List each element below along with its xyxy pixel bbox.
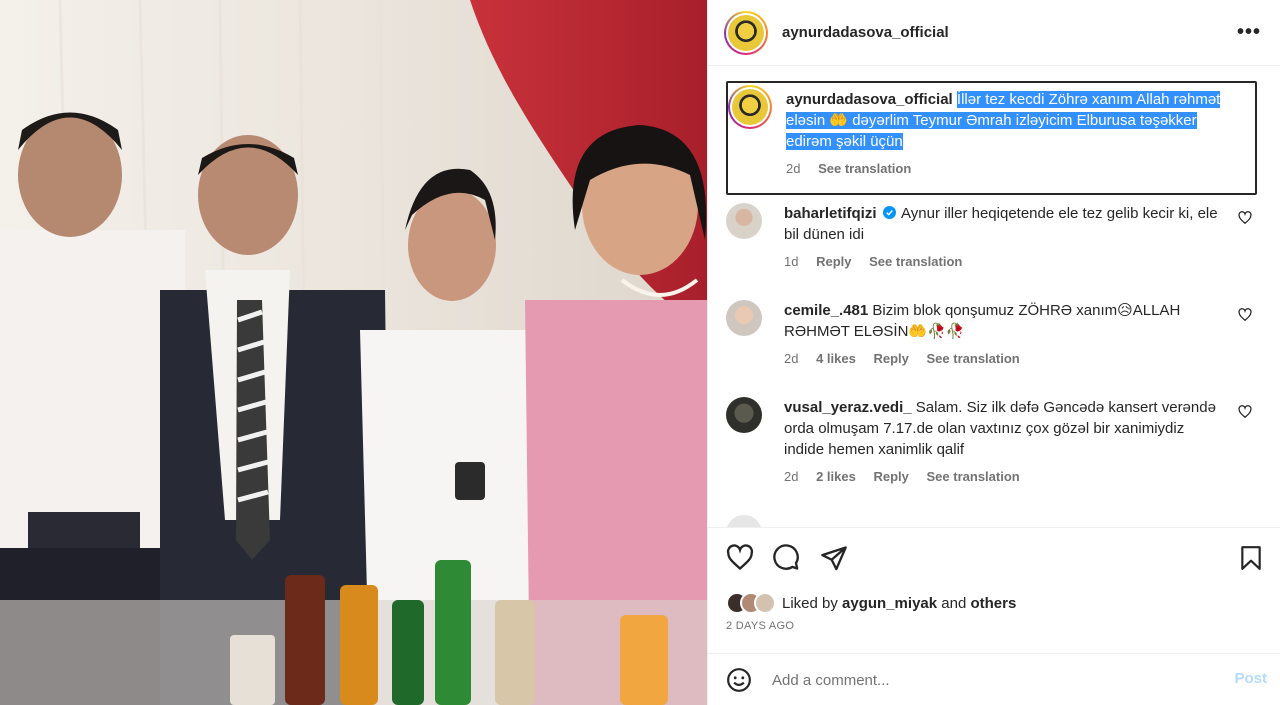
caption-line-3: edirəm şəkil üçün <box>786 133 903 150</box>
comment-likes[interactable]: 2 likes <box>816 469 856 484</box>
comment-time: 2d <box>784 469 799 484</box>
liked-by-prefix: Liked by <box>782 594 838 612</box>
commenter-avatar[interactable] <box>726 203 762 239</box>
post-header: aynurdadasova_official ••• <box>708 0 1280 66</box>
author-avatar[interactable] <box>724 10 768 55</box>
likes-summary: Liked by aygun_miyak and others <box>726 592 1016 614</box>
comment-username[interactable]: vusal_yeraz.vedi_ <box>784 399 912 416</box>
author-username[interactable]: aynurdadasova_official <box>782 24 949 41</box>
more-icon[interactable]: ••• <box>1237 22 1261 42</box>
liked-by-and: and <box>941 594 967 612</box>
comment-username[interactable]: cemile_.481 <box>784 302 868 319</box>
comment-item: baharletifqizi Aynur iller heqiqetende e… <box>726 203 1266 283</box>
commenter-avatar[interactable] <box>726 300 762 336</box>
caption-avatar[interactable] <box>728 85 772 129</box>
comment-likes[interactable]: 4 likes <box>816 351 856 366</box>
caption-see-translation[interactable]: See translation <box>818 161 911 176</box>
add-comment-bar: Post <box>708 653 1280 705</box>
caption-text: aynurdadasova_official İllər tez kecdi Z… <box>786 89 1226 179</box>
comment-heart-icon[interactable] <box>1238 211 1252 225</box>
post-photo[interactable] <box>0 0 707 705</box>
verified-badge-icon <box>882 206 896 219</box>
see-translation-button[interactable]: See translation <box>927 351 1020 366</box>
post-actions <box>708 527 1280 587</box>
post-comment-button[interactable]: Post <box>1234 670 1267 687</box>
liked-by-user[interactable]: aygun_miyak <box>842 595 937 612</box>
post-view: aynurdadasova_official ••• aynurdadasova… <box>0 0 1280 705</box>
reply-button[interactable]: Reply <box>816 254 851 269</box>
commenter-avatar[interactable] <box>726 397 762 433</box>
comment-time: 2d <box>784 351 799 366</box>
caption-line-2: eləsin 🤲 dəyərlim Teymur Əmrah izləyicim… <box>786 112 1197 129</box>
caption-line-1: İllər tez kecdi Zöhrə xanım Allah rəhmət <box>956 91 1221 108</box>
heart-icon[interactable] <box>726 544 754 572</box>
see-translation-button[interactable]: See translation <box>927 469 1020 484</box>
bookmark-icon[interactable] <box>1238 544 1264 572</box>
post-image <box>0 0 707 705</box>
liker-avatars[interactable] <box>726 592 776 614</box>
post-timestamp[interactable]: 2 DAYS AGO <box>726 620 794 632</box>
caption-block: aynurdadasova_official İllər tez kecdi Z… <box>726 81 1257 195</box>
post-sidebar: aynurdadasova_official ••• aynurdadasova… <box>707 0 1280 705</box>
emoji-icon[interactable] <box>726 667 752 693</box>
reply-button[interactable]: Reply <box>873 351 908 366</box>
caption-time: 2d <box>786 161 801 176</box>
comment-input[interactable] <box>772 668 1192 692</box>
commenter-avatar[interactable] <box>726 515 762 527</box>
comment-heart-icon[interactable] <box>1238 405 1252 419</box>
comment-item: vusal_yeraz.vedi_ Salam. Siz ilk dəfə Gə… <box>726 397 1266 497</box>
comment-heart-icon[interactable] <box>1238 308 1252 322</box>
share-icon[interactable] <box>820 544 848 572</box>
caption-username[interactable]: aynurdadasova_official <box>786 91 953 108</box>
comment-time: 1d <box>784 254 799 269</box>
see-translation-button[interactable]: See translation <box>869 254 962 269</box>
reply-button[interactable]: Reply <box>873 469 908 484</box>
comments-list[interactable]: aynurdadasova_official İllər tez kecdi Z… <box>708 67 1280 527</box>
comment-username[interactable]: baharletifqizi <box>784 205 877 222</box>
comment-item: cemile_.481 Bizim blok qonşumuz ZÖHRƏ xa… <box>726 300 1266 380</box>
comment-icon[interactable] <box>772 544 800 572</box>
liked-by-others[interactable]: others <box>970 595 1016 612</box>
comment-item-partial <box>726 515 1266 527</box>
